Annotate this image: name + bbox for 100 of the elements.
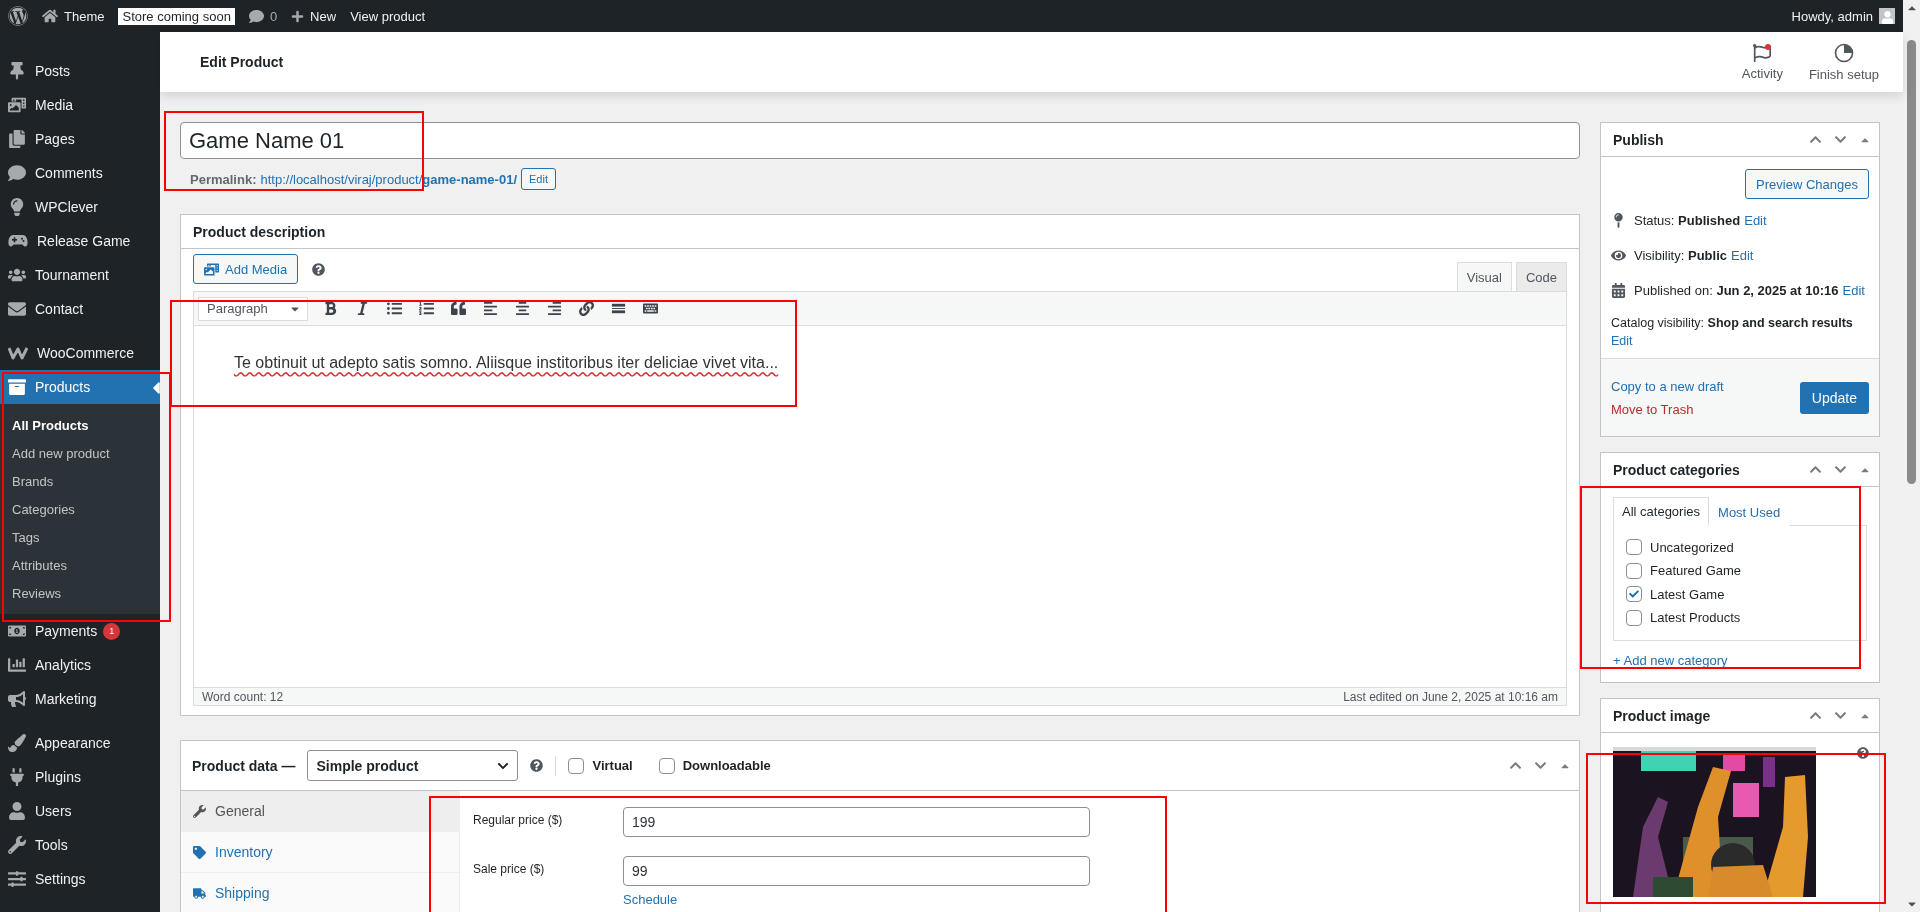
speech-bubble-icon (248, 8, 264, 24)
menu-item[interactable]: WooCommerce (0, 336, 160, 370)
category-label: Featured Game (1650, 563, 1742, 579)
bar-chart-icon (8, 656, 26, 674)
product-data-tab[interactable]: General (181, 791, 459, 832)
menu-item[interactable]: Contact (0, 292, 160, 326)
submenu-item[interactable]: Categories (0, 495, 160, 523)
edit-link[interactable]: Edit (1731, 248, 1754, 263)
setup-button[interactable]: Finish setup (1804, 32, 1883, 92)
menu-item[interactable]: Users (0, 794, 160, 828)
pushpin-icon (1611, 213, 1626, 228)
account-link[interactable]: Howdy, admin (1791, 8, 1895, 24)
chevron-down-icon[interactable] (1834, 709, 1847, 722)
menu-item[interactable]: Media (0, 88, 160, 122)
edit-link[interactable]: Edit (1611, 334, 1633, 348)
calendar-icon (1611, 283, 1626, 298)
store-status-badge[interactable]: Store coming soon (118, 7, 235, 25)
submenu-item[interactable]: Add new product (0, 439, 160, 467)
submenu-item[interactable]: Brands (0, 467, 160, 495)
new-link[interactable]: New (291, 8, 337, 24)
menu-item[interactable]: Settings (0, 862, 160, 896)
checkbox[interactable] (658, 757, 675, 774)
trash-link[interactable]: Move to Trash (1611, 401, 1724, 417)
status-text: Status: Published (1634, 213, 1741, 228)
person-icon (8, 802, 26, 820)
preview-changes-button[interactable]: Preview Changes (1745, 169, 1869, 199)
help-icon[interactable] (312, 262, 326, 276)
edit-slug-button[interactable]: Edit (521, 168, 556, 190)
checkbox[interactable] (1626, 539, 1642, 556)
chevron-up-icon[interactable] (1809, 709, 1822, 722)
menu-item[interactable]: Pages (0, 122, 160, 156)
edit-link[interactable]: Edit (1744, 213, 1767, 228)
submenu-item[interactable]: All Products (0, 411, 160, 439)
site-link[interactable]: Theme (42, 8, 105, 24)
photo-icon (8, 96, 26, 114)
category-label: Latest Products (1650, 610, 1741, 626)
add-category-link[interactable]: + Add new category (1613, 653, 1728, 668)
panel-title: Product data — (192, 757, 296, 774)
last-edited-text: Last edited on June 2, 2025 at 10:16 am (1343, 689, 1558, 704)
catalog-visibility-text: Catalog visibility: Shop and search results (1611, 316, 1853, 330)
category-tab[interactable]: All categories (1613, 497, 1710, 526)
chevron-down-icon[interactable] (1834, 463, 1847, 476)
help-icon[interactable] (1857, 747, 1869, 759)
chevron-down-icon[interactable] (1534, 759, 1547, 772)
menu-item[interactable]: Analytics (0, 648, 160, 682)
align-left-icon (482, 301, 498, 316)
help-icon[interactable] (530, 759, 544, 772)
menu-item[interactable]: Comments (0, 156, 160, 190)
speech-bubble-icon (8, 164, 26, 182)
chevron-up-icon[interactable] (1809, 463, 1822, 476)
menu-item[interactable]: Release Game (0, 224, 160, 258)
link-icon (578, 301, 594, 316)
menu-item[interactable]: Tools (0, 828, 160, 862)
price-field[interactable]: 99 (623, 856, 1090, 886)
menu-item[interactable]: Plugins (0, 760, 160, 794)
pushpin-icon (8, 62, 26, 80)
schedule-link[interactable]: Schedule (623, 892, 1090, 907)
editor-tab[interactable]: Code (1515, 262, 1567, 291)
copy-draft-link[interactable]: Copy to a new draft (1611, 378, 1724, 394)
envelope-icon (8, 300, 26, 318)
checkbox[interactable] (1626, 586, 1642, 603)
view-product-link[interactable]: View product (350, 8, 426, 24)
checkbox[interactable] (1626, 562, 1642, 579)
chevron-up-icon[interactable] (1509, 759, 1522, 772)
update-button[interactable]: Update (1799, 381, 1869, 414)
product-type-select[interactable]: Simple product (307, 750, 519, 781)
menu-item[interactable]: Payments 1 (0, 614, 160, 648)
checkbox[interactable] (568, 757, 585, 774)
editor-tab[interactable]: Visual (1456, 262, 1512, 291)
logo-icon[interactable] (8, 6, 28, 26)
bold-icon (322, 301, 338, 316)
submenu-item[interactable]: Tags (0, 523, 160, 551)
menu-item[interactable]: Products (0, 370, 160, 404)
checkbox[interactable] (1626, 609, 1642, 626)
edit-link[interactable]: Edit (1842, 283, 1865, 298)
comments-link[interactable]: 0 (248, 8, 278, 24)
add-media-button[interactable]: Add Media (193, 254, 299, 284)
editor-text[interactable]: Te obtinuit ut adepto satis somno. Aliisque institoribus iter deliciae vivet vita... (234, 354, 1526, 372)
chevron-down-icon[interactable] (1834, 133, 1847, 146)
menu-item[interactable]: Tournament (0, 258, 160, 292)
tag-icon (193, 845, 206, 859)
lightbulb-icon (8, 198, 26, 216)
price-field[interactable]: 199 (623, 807, 1090, 837)
panel-title: Publish (1613, 131, 1664, 148)
title-field[interactable]: Game Name 01 (180, 122, 1580, 159)
menu-item[interactable]: Posts (0, 54, 160, 88)
submenu-item[interactable]: Reviews (0, 579, 160, 607)
menu-item[interactable]: Appearance (0, 726, 160, 760)
menu-item[interactable]: WPClever (0, 190, 160, 224)
people-icon (8, 266, 26, 284)
header-title: Edit Product (200, 54, 284, 70)
field-label: Sale price ($) (473, 861, 546, 876)
chevron-up-icon[interactable] (1809, 133, 1822, 146)
home-icon (42, 8, 58, 24)
bulleted-list-icon (386, 301, 402, 316)
menu-item[interactable]: Marketing (0, 682, 160, 716)
submenu-item[interactable]: Attributes (0, 551, 160, 579)
panel-title: Product categories (1613, 461, 1740, 478)
activity-button[interactable]: Activity (1737, 32, 1787, 92)
format-select[interactable]: Paragraph (198, 296, 308, 321)
